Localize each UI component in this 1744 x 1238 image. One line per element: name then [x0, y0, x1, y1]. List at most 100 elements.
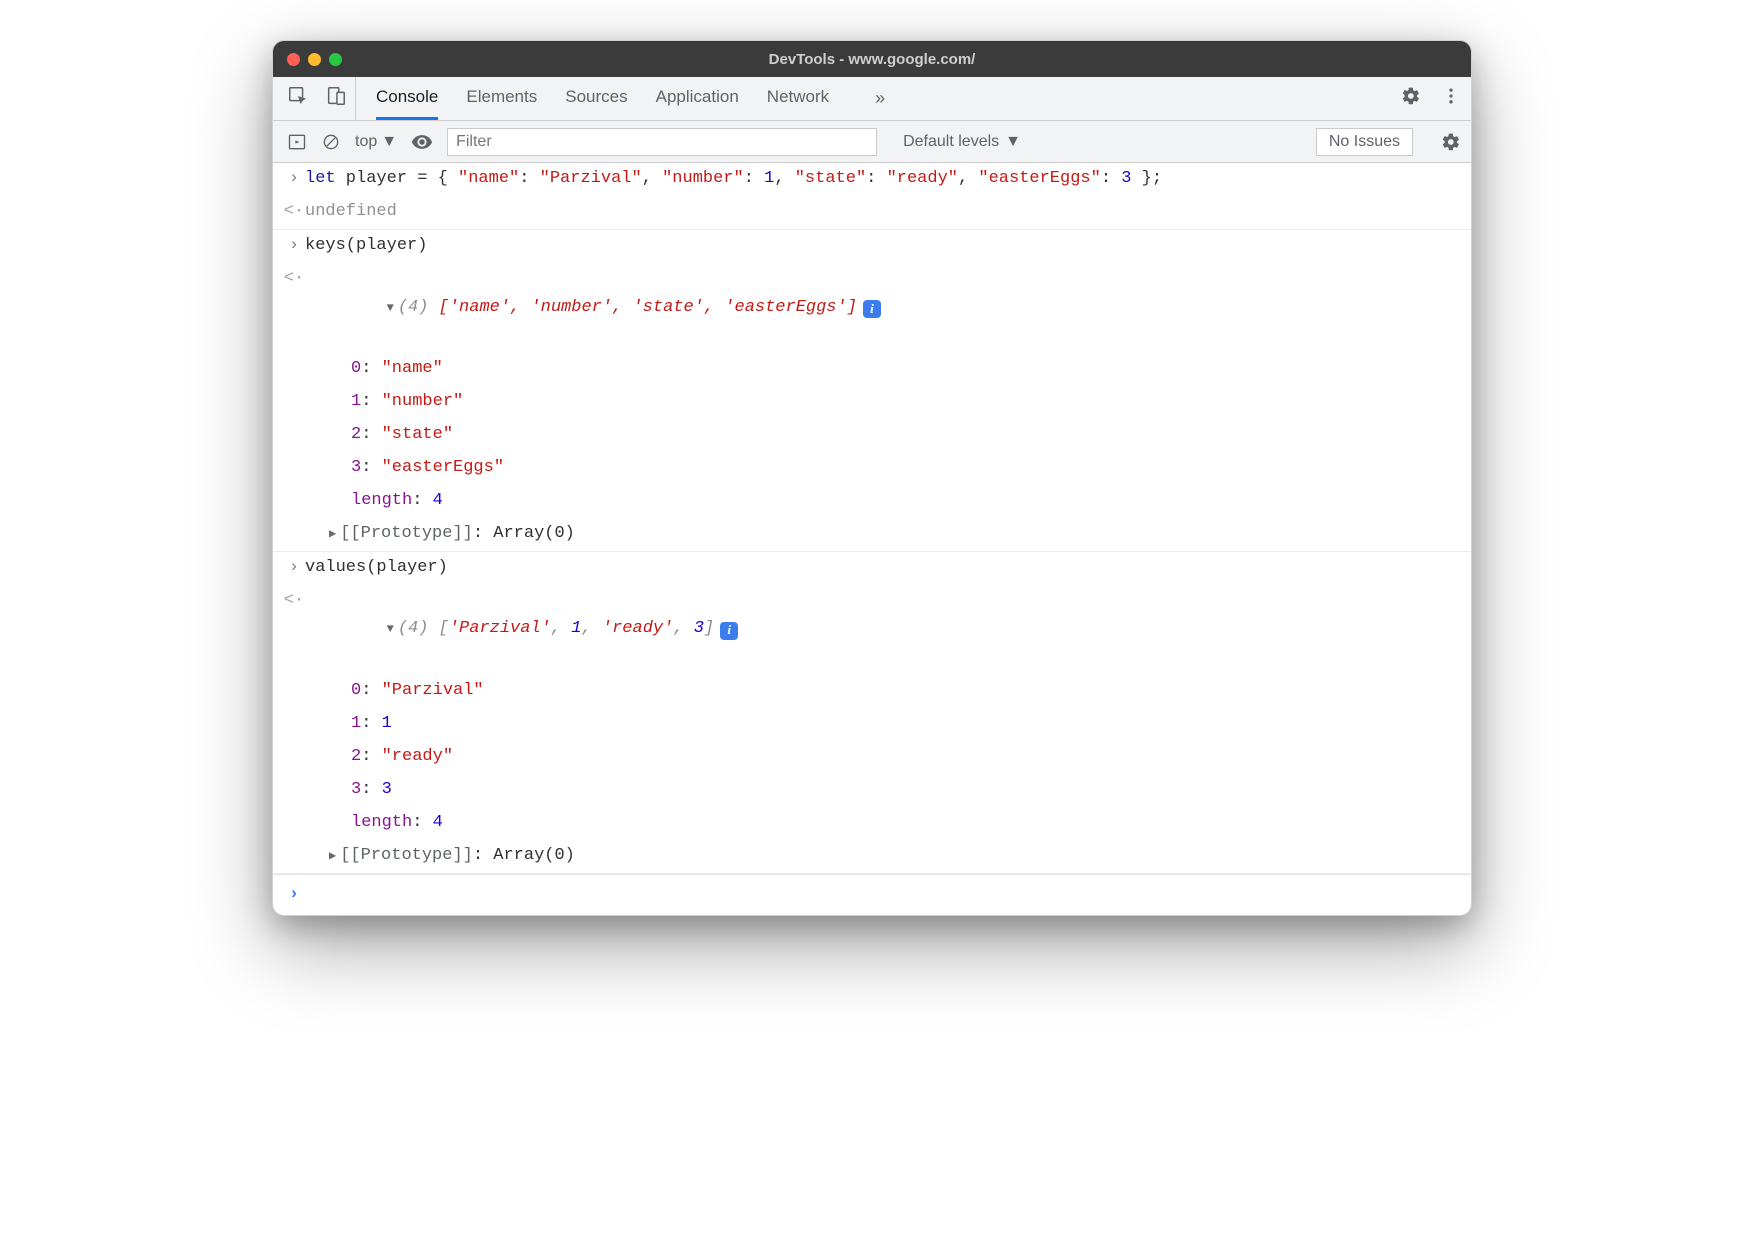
tab-application[interactable]: Application [656, 77, 739, 120]
code-number: 1 [382, 714, 392, 733]
code-string: "Parzival" [382, 681, 484, 700]
code-text: , [958, 169, 978, 188]
context-selector[interactable]: top ▼ [355, 133, 397, 151]
prop-key: 1 [351, 392, 361, 411]
array-item[interactable]: 3: "easterEggs" [273, 452, 1471, 485]
window-controls [287, 53, 342, 66]
filter-input[interactable] [447, 128, 877, 156]
more-tabs-icon[interactable]: » [875, 88, 885, 109]
code-text: : [744, 169, 764, 188]
code-text: : [361, 780, 381, 799]
code-string: "easterEggs" [382, 458, 504, 477]
expand-toggle-icon[interactable] [329, 846, 340, 865]
code-string: "name" [382, 359, 443, 378]
console-output: › let player = { "name": "Parzival", "nu… [273, 163, 1471, 915]
live-expression-icon[interactable] [411, 131, 433, 153]
code-text: }; [1131, 169, 1162, 188]
prompt-icon: › [283, 881, 305, 910]
info-icon[interactable]: i [720, 622, 738, 640]
prop-key: 1 [351, 714, 361, 733]
code-number: 1 [571, 619, 581, 638]
code-keyword: let [305, 169, 336, 188]
array-length-row: length: 4 [273, 807, 1471, 840]
tab-elements[interactable]: Elements [466, 77, 537, 120]
chevron-down-icon: ▼ [381, 133, 397, 151]
settings-icon[interactable] [1401, 86, 1421, 111]
array-item[interactable]: 0: "Parzival" [273, 675, 1471, 708]
inspect-element-icon[interactable] [287, 85, 309, 112]
tab-sources[interactable]: Sources [565, 77, 627, 120]
code-text: values(player) [305, 554, 1461, 583]
array-item[interactable]: 2: "state" [273, 419, 1471, 452]
proto-label: [[Prototype]] [340, 846, 473, 865]
array-item[interactable]: 1: "number" [273, 386, 1471, 419]
code-string: "state" [795, 169, 866, 188]
context-label: top [355, 133, 377, 151]
console-settings-icon[interactable] [1441, 132, 1461, 152]
issues-button[interactable]: No Issues [1316, 128, 1413, 156]
return-icon: <· [283, 587, 305, 674]
prompt-icon: › [283, 232, 305, 261]
panel-tabs: Console Elements Sources Application Net… [356, 77, 885, 120]
array-item[interactable]: 3: 3 [273, 774, 1471, 807]
clear-console-icon[interactable] [321, 132, 341, 152]
maximize-window-button[interactable] [329, 53, 342, 66]
code-text: : [473, 846, 493, 865]
expand-toggle-icon[interactable] [387, 619, 398, 638]
expand-toggle-icon[interactable] [387, 298, 398, 317]
minimize-window-button[interactable] [308, 53, 321, 66]
console-result-line: <· (4) ['name', 'number', 'state', 'east… [273, 263, 1471, 354]
proto-label: [[Prototype]] [340, 524, 473, 543]
code-number: 1 [764, 169, 774, 188]
code-string: 'ready' [602, 619, 673, 638]
array-length: (4) [398, 298, 439, 317]
array-length-row: length: 4 [273, 485, 1471, 518]
kebab-menu-icon[interactable] [1441, 86, 1461, 111]
info-icon[interactable]: i [863, 300, 881, 318]
console-input-line[interactable]: › values(player) [273, 552, 1471, 585]
code-string: "ready" [887, 169, 958, 188]
code-text: , [673, 619, 693, 638]
code-text: : [361, 392, 381, 411]
console-result-line: <· (4) ['Parzival', 1, 'ready', 3]i [273, 585, 1471, 676]
array-item[interactable]: 2: "ready" [273, 741, 1471, 774]
prompt-icon: › [283, 165, 305, 194]
console-prompt[interactable]: › [273, 874, 1471, 916]
array-item[interactable]: 0: "name" [273, 353, 1471, 386]
window-title: DevTools - www.google.com/ [273, 51, 1471, 68]
code-text: : [412, 491, 432, 510]
code-string: "number" [382, 392, 464, 411]
code-text: : [473, 524, 493, 543]
code-text: , [642, 169, 662, 188]
code-text: : [361, 458, 381, 477]
code-string: "Parzival" [540, 169, 642, 188]
prototype-row[interactable]: [[Prototype]]: Array(0) [273, 840, 1471, 874]
code-text: : [361, 425, 381, 444]
code-text: : [361, 359, 381, 378]
code-text: , [774, 169, 794, 188]
code-string: "number" [662, 169, 744, 188]
console-input-line[interactable]: › keys(player) [273, 230, 1471, 263]
log-levels-selector[interactable]: Default levels ▼ [903, 133, 1021, 151]
tab-console[interactable]: Console [376, 77, 438, 120]
code-text: : [361, 747, 381, 766]
toggle-console-sidebar-icon[interactable] [287, 132, 307, 152]
device-toggle-icon[interactable] [325, 85, 347, 112]
prop-key: length [351, 491, 412, 510]
prototype-row[interactable]: [[Prototype]]: Array(0) [273, 518, 1471, 552]
prop-key: 3 [351, 458, 361, 477]
code-string: 'Parzival' [449, 619, 551, 638]
prop-key: 2 [351, 425, 361, 444]
proto-value: Array(0) [493, 846, 575, 865]
tab-network[interactable]: Network [767, 77, 829, 120]
code-text: keys(player) [305, 232, 1461, 261]
code-text: : [519, 169, 539, 188]
close-window-button[interactable] [287, 53, 300, 66]
code-text: : [412, 813, 432, 832]
code-text: ] [704, 619, 714, 638]
code-string: "state" [382, 425, 453, 444]
array-item[interactable]: 1: 1 [273, 708, 1471, 741]
prop-key: 2 [351, 747, 361, 766]
console-input-line[interactable]: › let player = { "name": "Parzival", "nu… [273, 163, 1471, 196]
expand-toggle-icon[interactable] [329, 524, 340, 543]
